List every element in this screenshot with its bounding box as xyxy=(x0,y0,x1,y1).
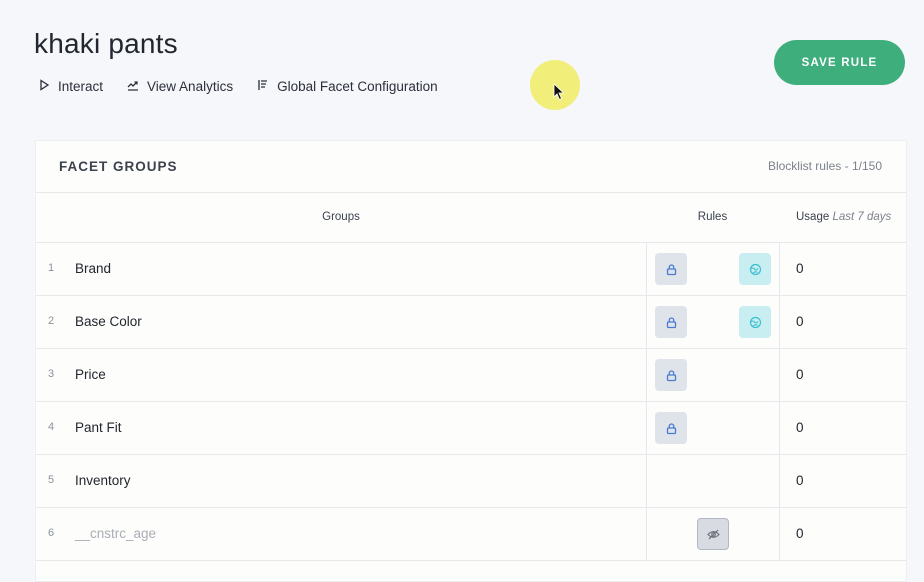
usage-value: 0 xyxy=(796,473,804,488)
row-number: 3 xyxy=(48,368,55,380)
facet-groups-panel: FACET GROUPS Blocklist rules - 1/150 Gro… xyxy=(35,140,907,582)
usage-value: 0 xyxy=(796,526,804,541)
view-analytics-label: View Analytics xyxy=(147,79,234,94)
blocklist-count: Blocklist rules - 1/150 xyxy=(767,159,882,173)
column-usage: Usage Last 7 days xyxy=(796,211,891,223)
interact-link[interactable]: Interact xyxy=(38,79,103,94)
save-rule-button[interactable]: SAVE RULE xyxy=(774,40,905,85)
table-row[interactable]: 1 Brand 0 xyxy=(36,243,906,296)
view-analytics-link[interactable]: View Analytics xyxy=(127,79,233,94)
table-row[interactable]: 3 Price 0 xyxy=(36,349,906,402)
globe-icon[interactable] xyxy=(739,306,771,338)
row-number: 1 xyxy=(48,262,55,274)
group-name: Brand xyxy=(75,261,112,276)
mouse-cursor-icon xyxy=(553,83,565,101)
row-number: 2 xyxy=(48,315,55,327)
analytics-icon xyxy=(127,79,139,94)
lock-icon[interactable] xyxy=(655,412,687,444)
group-name: Base Color xyxy=(75,314,142,329)
table-row[interactable]: 6 __cnstrc_age 0 xyxy=(36,508,906,561)
row-number: 6 xyxy=(48,527,55,539)
globe-icon[interactable] xyxy=(739,253,771,285)
panel-header: FACET GROUPS Blocklist rules - 1/150 xyxy=(36,141,906,193)
interact-label: Interact xyxy=(58,79,104,94)
usage-label: Usage xyxy=(796,211,830,223)
usage-value: 0 xyxy=(796,420,804,435)
table-row[interactable]: 5 Inventory 0 xyxy=(36,455,906,508)
page-title: khaki pants xyxy=(34,28,178,59)
group-name: Price xyxy=(75,367,106,382)
group-name: Pant Fit xyxy=(75,420,122,435)
list-icon xyxy=(257,79,269,94)
group-name: __cnstrc_age xyxy=(75,526,157,541)
eye-off-icon[interactable] xyxy=(697,518,729,550)
usage-value: 0 xyxy=(796,367,804,382)
lock-icon[interactable] xyxy=(655,253,687,285)
row-number: 5 xyxy=(48,474,55,486)
table-row[interactable]: 4 Pant Fit 0 xyxy=(36,402,906,455)
column-rules: Rules xyxy=(697,211,728,223)
lock-icon[interactable] xyxy=(655,306,687,338)
header-actions: Interact View Analytics Global Facet Con… xyxy=(38,79,438,94)
global-facet-config-label: Global Facet Configuration xyxy=(277,79,438,94)
global-facet-config-link[interactable]: Global Facet Configuration xyxy=(257,79,438,94)
usage-note: Last 7 days xyxy=(832,211,892,223)
table-row[interactable]: 2 Base Color 0 xyxy=(36,296,906,349)
column-groups: Groups xyxy=(322,211,360,223)
play-icon xyxy=(38,79,50,94)
table-header: Groups Rules Usage Last 7 days xyxy=(36,193,906,243)
group-name: Inventory xyxy=(75,473,131,488)
panel-title: FACET GROUPS xyxy=(59,159,178,174)
usage-value: 0 xyxy=(796,261,804,276)
lock-icon[interactable] xyxy=(655,359,687,391)
row-number: 4 xyxy=(48,421,55,433)
usage-value: 0 xyxy=(796,314,804,329)
